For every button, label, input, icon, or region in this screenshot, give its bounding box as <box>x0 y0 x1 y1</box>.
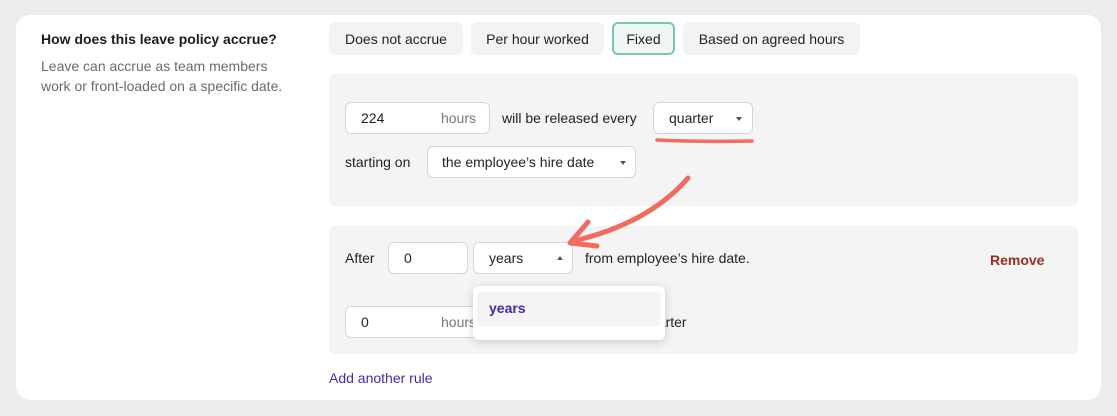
underline-annotation <box>655 138 754 144</box>
arrow-icon <box>575 175 691 243</box>
annotation-overlay <box>567 138 754 249</box>
